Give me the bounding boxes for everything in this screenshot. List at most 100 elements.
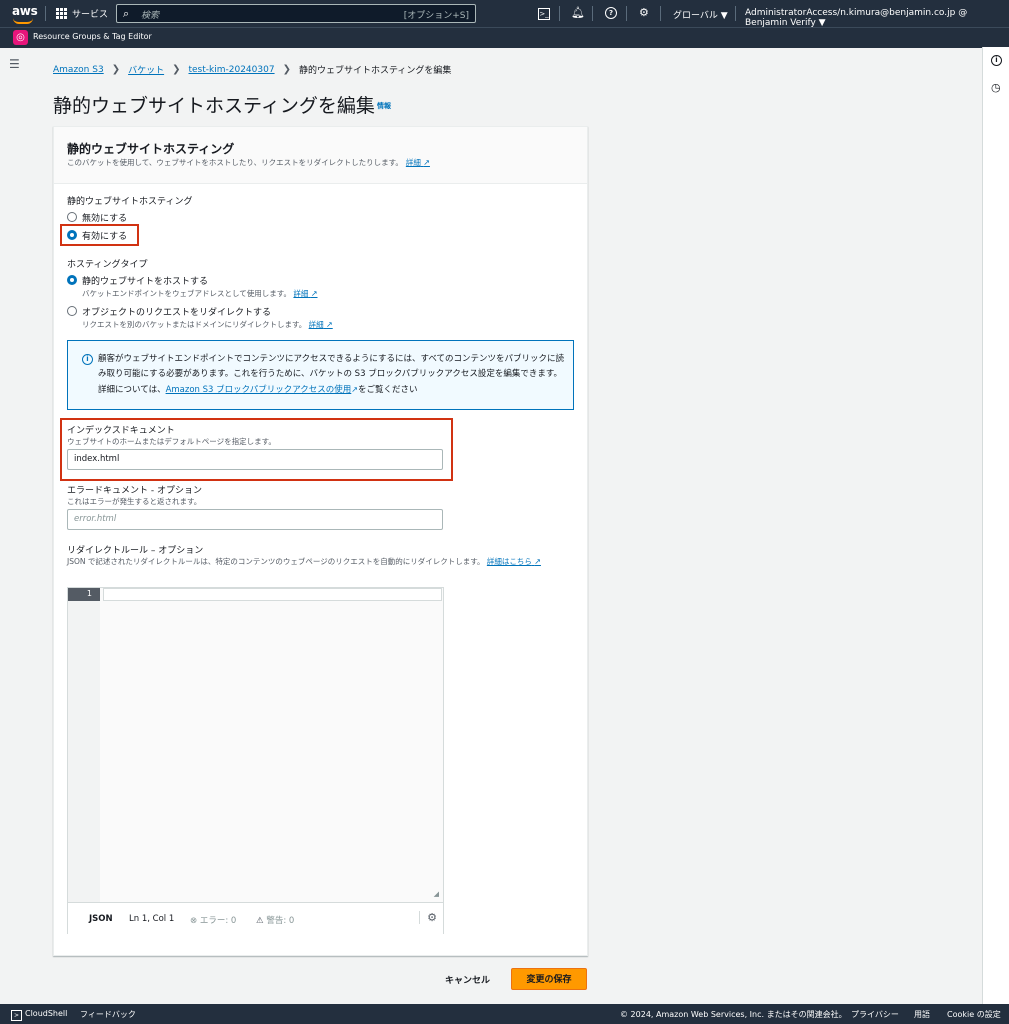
- host-website-desc-text: バケットエンドポイントをウェブアドレスとして使用します。: [82, 289, 292, 298]
- warning-count-label: 警告: 0: [266, 916, 295, 926]
- terminal-icon: >: [11, 1010, 22, 1021]
- redirect-rules-desc: JSON で記述されたリダイレクトルールは、特定のコンテンツのウェブページのリク…: [67, 556, 541, 567]
- resource-groups-icon[interactable]: ◎: [13, 30, 28, 45]
- panel-header: 静的ウェブサイトホスティング このバケットを使用して、ウェブサイトをホストしたり…: [54, 127, 587, 184]
- menu-icon[interactable]: ☰: [9, 57, 20, 71]
- index-document-value: index.html: [74, 454, 120, 464]
- redirect-rules-learn-more[interactable]: 詳細はこちら ↗: [487, 557, 541, 566]
- detail-link-label: 詳細: [405, 158, 421, 167]
- block-public-access-link[interactable]: Amazon S3 ブロックパブリックアクセスの使用: [166, 385, 352, 395]
- redirect-rules-learn-more-label: 詳細はこちら: [486, 557, 532, 566]
- breadcrumb-bucket-name[interactable]: test-kim-20240307: [188, 65, 274, 75]
- footer-bar: > CloudShell フィードバック © 2024, Amazon Web S…: [0, 1004, 1009, 1024]
- error-circle-icon: ⊗: [190, 916, 198, 926]
- left-navigation: ☰: [0, 47, 26, 1004]
- host-detail-link-label: 詳細: [293, 289, 309, 298]
- breadcrumb-buckets[interactable]: バケット: [128, 63, 164, 76]
- service-shortcut-bar: ◎ Resource Groups & Tag Editor: [0, 27, 1009, 48]
- line-number-label: 1: [86, 589, 92, 598]
- redirect-desc: リクエストを別のバケットまたはドメインにリダイレクトします。 詳細 ↗: [82, 319, 333, 330]
- panel-description-text: このバケットを使用して、ウェブサイトをホストしたり、リクエストをリダイレクトした…: [67, 158, 403, 167]
- index-document-input[interactable]: index.html: [67, 449, 443, 470]
- alert-text: 顧客がウェブサイトエンドポイントでコンテンツにアクセスできるようにするには、すべ…: [98, 352, 568, 398]
- top-navigation-bar: aws サービス ⌕ 検索 [オプション+S] >_ 🔔︎ ? ⚙ グローバル …: [0, 0, 1009, 28]
- breadcrumb-current: 静的ウェブサイトホスティングを編集: [298, 66, 452, 76]
- error-document-input[interactable]: error.html: [67, 509, 443, 530]
- terminal-icon[interactable]: >_: [538, 8, 550, 20]
- error-document-desc: これはエラーが発生すると返されます。: [67, 497, 202, 506]
- clock-icon[interactable]: ◷: [991, 81, 1001, 94]
- cloudshell-link[interactable]: > CloudShell: [11, 1009, 67, 1021]
- cancel-button[interactable]: キャンセル: [445, 973, 490, 986]
- bell-icon[interactable]: 🔔︎: [571, 6, 585, 19]
- copyright-text: © 2024, Amazon Web Services, Inc. またはその関…: [620, 1010, 847, 1019]
- account-menu[interactable]: AdministratorAccess/n.kimura@benjamin.co…: [745, 8, 1009, 28]
- gear-icon[interactable]: ⚙: [639, 6, 649, 19]
- feedback-link[interactable]: フィードバック: [80, 1009, 136, 1020]
- static-hosting-panel: 静的ウェブサイトホスティング このバケットを使用して、ウェブサイトをホストしたり…: [53, 126, 588, 956]
- error-document-label: エラードキュメント - オプション: [67, 486, 202, 496]
- external-link-icon: ↗: [351, 385, 358, 394]
- info-icon[interactable]: i: [991, 55, 1002, 66]
- redirect-label[interactable]: オブジェクトのリクエストをリダイレクトする: [82, 305, 271, 318]
- region-selector[interactable]: グローバル ▼: [673, 8, 728, 21]
- enable-radio[interactable]: [67, 230, 77, 240]
- search-placeholder: 検索: [141, 11, 160, 21]
- divider: [592, 6, 593, 21]
- services-menu[interactable]: サービス: [72, 7, 108, 20]
- hosting-type-label: ホスティングタイプ: [67, 260, 148, 270]
- terms-link[interactable]: 用語: [914, 1009, 930, 1020]
- redirect-detail-link[interactable]: 詳細 ↗: [309, 320, 333, 329]
- enable-label[interactable]: 有効にする: [82, 229, 127, 242]
- divider: [735, 6, 736, 21]
- chevron-right-icon: ❯: [172, 64, 181, 75]
- redirect-rules-editor[interactable]: 1 ◢ JSON Ln 1, Col 1 ⊗ エラー: 0 ⚠ 警告: 0 ⚙: [67, 587, 444, 934]
- divider: [45, 6, 46, 21]
- aws-logo-smile: [13, 18, 33, 24]
- disable-radio[interactable]: [67, 212, 77, 222]
- info-icon: i: [82, 354, 93, 365]
- warning-count: ⚠ 警告: 0: [256, 914, 294, 926]
- divider: [626, 6, 627, 21]
- cookie-settings-link[interactable]: Cookie の設定: [947, 1009, 1001, 1020]
- aws-logo[interactable]: aws: [12, 4, 38, 18]
- detail-link[interactable]: 詳細 ↗: [406, 158, 430, 167]
- search-shortcut: [オプション+S]: [403, 11, 469, 21]
- privacy-link[interactable]: プライバシー: [851, 1009, 899, 1020]
- breadcrumb: Amazon S3 ❯ バケット ❯ test-kim-20240307 ❯ 静…: [53, 63, 451, 76]
- search-input[interactable]: ⌕ 検索 [オプション+S]: [116, 4, 476, 23]
- host-website-desc: バケットエンドポイントをウェブアドレスとして使用します。 詳細 ↗: [82, 288, 318, 299]
- cloudshell-label: CloudShell: [25, 1009, 68, 1018]
- host-detail-link[interactable]: 詳細 ↗: [293, 289, 317, 298]
- redirect-detail-link-label: 詳細: [308, 320, 324, 329]
- editor-gutter: 1: [68, 588, 100, 902]
- panel-title: 静的ウェブサイトホスティング: [67, 142, 235, 156]
- resize-handle-icon[interactable]: ◢: [434, 890, 439, 898]
- error-count-label: エラー: 0: [199, 916, 237, 926]
- external-link-icon: ↗: [310, 289, 318, 298]
- disable-label[interactable]: 無効にする: [82, 211, 127, 224]
- editor-active-line[interactable]: [103, 588, 442, 601]
- error-document-placeholder: error.html: [74, 514, 117, 524]
- editor-cursor-position: Ln 1, Col 1: [129, 914, 175, 924]
- chevron-right-icon: ❯: [282, 64, 291, 75]
- chevron-right-icon: ❯: [111, 64, 121, 75]
- breadcrumb-amazon-s3[interactable]: Amazon S3: [53, 65, 104, 75]
- editor-mode: JSON: [89, 914, 113, 924]
- info-link[interactable]: 情報: [377, 101, 391, 111]
- save-changes-button[interactable]: 変更の保存: [511, 968, 587, 990]
- redirect-radio[interactable]: [67, 306, 77, 316]
- resource-groups-link[interactable]: Resource Groups & Tag Editor: [33, 32, 152, 41]
- search-icon: ⌕: [123, 7, 130, 20]
- right-tools-rail: i ◷: [982, 47, 1009, 1004]
- divider: [559, 6, 560, 21]
- services-grid-icon[interactable]: [56, 8, 67, 19]
- external-link-icon: ↗: [534, 557, 541, 566]
- help-icon[interactable]: ?: [605, 7, 617, 19]
- error-count: ⊗ エラー: 0: [190, 914, 236, 926]
- editor-settings-gear-icon[interactable]: ⚙: [419, 911, 437, 924]
- hosting-label: 静的ウェブサイトホスティング: [67, 197, 193, 207]
- host-website-radio[interactable]: [67, 275, 77, 285]
- line-number: 1: [68, 588, 100, 601]
- host-website-label[interactable]: 静的ウェブサイトをホストする: [82, 274, 208, 287]
